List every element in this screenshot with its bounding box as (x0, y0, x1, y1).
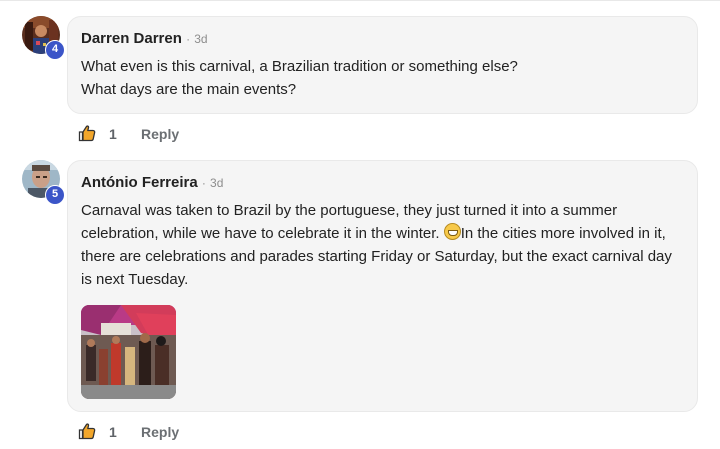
timestamp[interactable]: 3d (210, 176, 223, 190)
comment-line: Carnaval was taken to Brazil by the port… (81, 202, 618, 219)
top-divider (0, 0, 720, 1)
like-count: 1 (109, 126, 117, 142)
comment-text: What even is this carnival, a Brazilian … (81, 55, 686, 101)
author-name[interactable]: Darren Darren (81, 30, 182, 47)
comment-line: celebration, while we have to celebrate … (81, 222, 686, 245)
comment-line-part: celebration, while we have to celebrate … (81, 225, 444, 242)
attached-photo[interactable] (81, 305, 176, 399)
comment-header: Darren Darren · 3d (81, 30, 208, 47)
separator-dot: · (201, 176, 206, 190)
comment-bubble: Darren Darren · 3d What even is this car… (67, 16, 698, 114)
comment-bubble: António Ferreira · 3d Carnaval was taken… (67, 160, 698, 412)
level-badge: 5 (45, 185, 65, 205)
separator-dot: · (186, 32, 191, 46)
reply-button[interactable]: Reply (141, 126, 179, 142)
grinning-face-icon (443, 223, 461, 240)
author-name[interactable]: António Ferreira (81, 174, 198, 191)
comment-header: António Ferreira · 3d (81, 174, 223, 191)
timestamp[interactable]: 3d (194, 32, 207, 46)
comment-line: is next Tuesday. (81, 271, 189, 288)
level-badge: 4 (45, 40, 65, 60)
comment-line-part: In the cities more involved in it, (460, 225, 666, 242)
thumbs-up-icon[interactable] (78, 124, 96, 142)
comment-line: What days are the main events? (81, 81, 297, 98)
reply-button[interactable]: Reply (141, 424, 179, 440)
comment-line: there are celebrations and parades start… (81, 248, 672, 265)
thumbs-up-icon[interactable] (78, 422, 96, 440)
like-count: 1 (109, 424, 117, 440)
comment-line: What even is this carnival, a Brazilian … (81, 58, 518, 75)
comment-text: Carnaval was taken to Brazil by the port… (81, 199, 686, 291)
